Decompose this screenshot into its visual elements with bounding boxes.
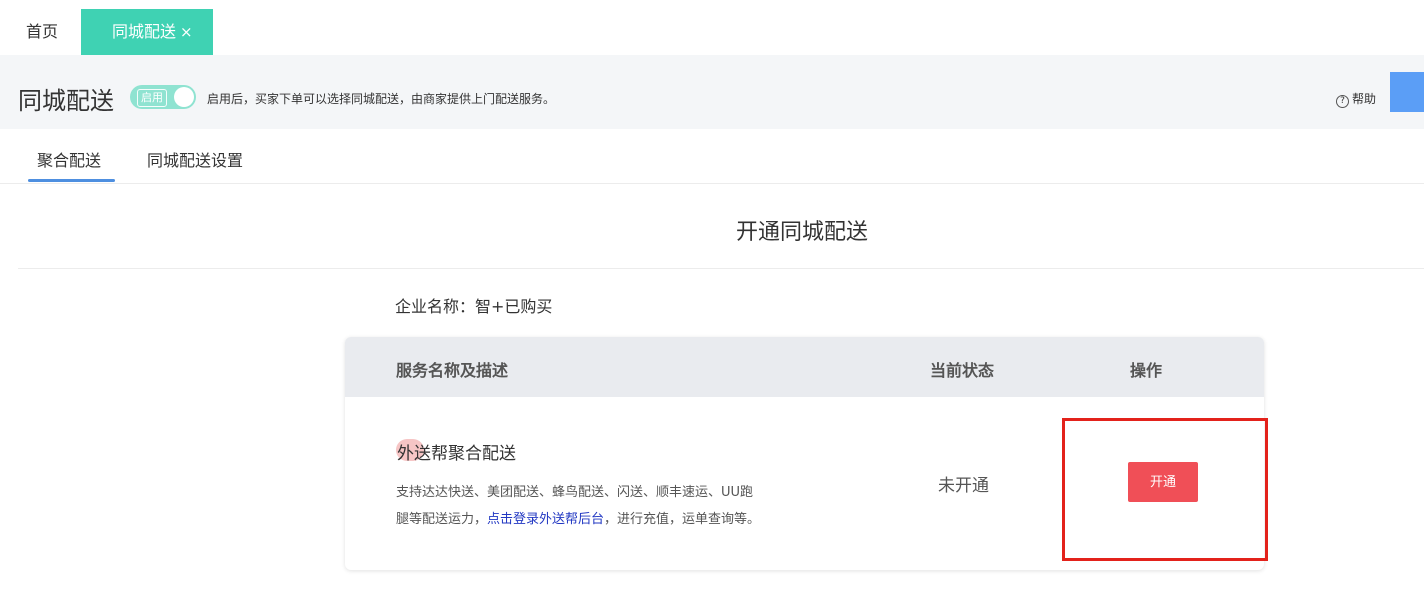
sub-tabs: 聚合配送 同城配送设置 [0,129,1424,184]
tab-bar: 首页 同城配送 × [0,0,1424,55]
login-backend-link[interactable]: 点击登录外送帮后台 [487,512,604,527]
desc-line2-pre: 腿等配送运力， [396,512,488,527]
column-header-status: 当前状态 [930,361,995,380]
status-badge: 未开通 [938,476,989,496]
annotation-highlight-box [1062,418,1268,561]
column-header-action: 操作 [1130,361,1163,380]
tab-label: 同城配送 [112,22,177,41]
page-title: 同城配送 [18,87,114,115]
company-name: 企业名称：智+已购买 [395,297,553,316]
active-tab-indicator [28,179,115,182]
divider [18,268,1424,269]
help-circle-icon: ? [1336,95,1349,108]
tab-home[interactable]: 首页 [26,18,58,42]
header-action-button[interactable] [1390,72,1424,112]
help-link[interactable]: ? 帮助 [1336,90,1376,108]
tab-same-city-delivery[interactable]: 同城配送 × [81,9,213,55]
column-header-service: 服务名称及描述 [396,361,509,380]
toggle-label: 启用 [137,89,167,107]
subtab-aggregate-delivery[interactable]: 聚合配送 [37,147,101,171]
service-description: 支持达达快送、美团配送、蜂鸟配送、闪送、顺丰速运、UU跑 腿等配送运力，点击登录… [396,479,826,533]
desc-line1: 支持达达快送、美团配送、蜂鸟配送、闪送、顺丰速运、UU跑 [396,485,754,500]
enable-toggle[interactable]: 启用 [130,85,196,109]
desc-line2-post: ，进行充值，运单查询等。 [604,512,761,527]
subtab-delivery-settings[interactable]: 同城配送设置 [147,147,243,171]
page-header: 同城配送 启用 启用后，买家下单可以选择同城配送，由商家提供上门配送服务。 ? 帮… [0,55,1424,129]
table-header: 服务名称及描述 当前状态 操作 [345,337,1264,397]
help-label: 帮助 [1352,92,1377,106]
service-name: 外送帮聚合配送 [397,444,516,464]
toggle-knob [174,87,194,107]
section-title: 开通同城配送 [735,220,868,245]
close-icon[interactable]: × [180,23,193,41]
header-description: 启用后，买家下单可以选择同城配送，由商家提供上门配送服务。 [207,92,556,106]
